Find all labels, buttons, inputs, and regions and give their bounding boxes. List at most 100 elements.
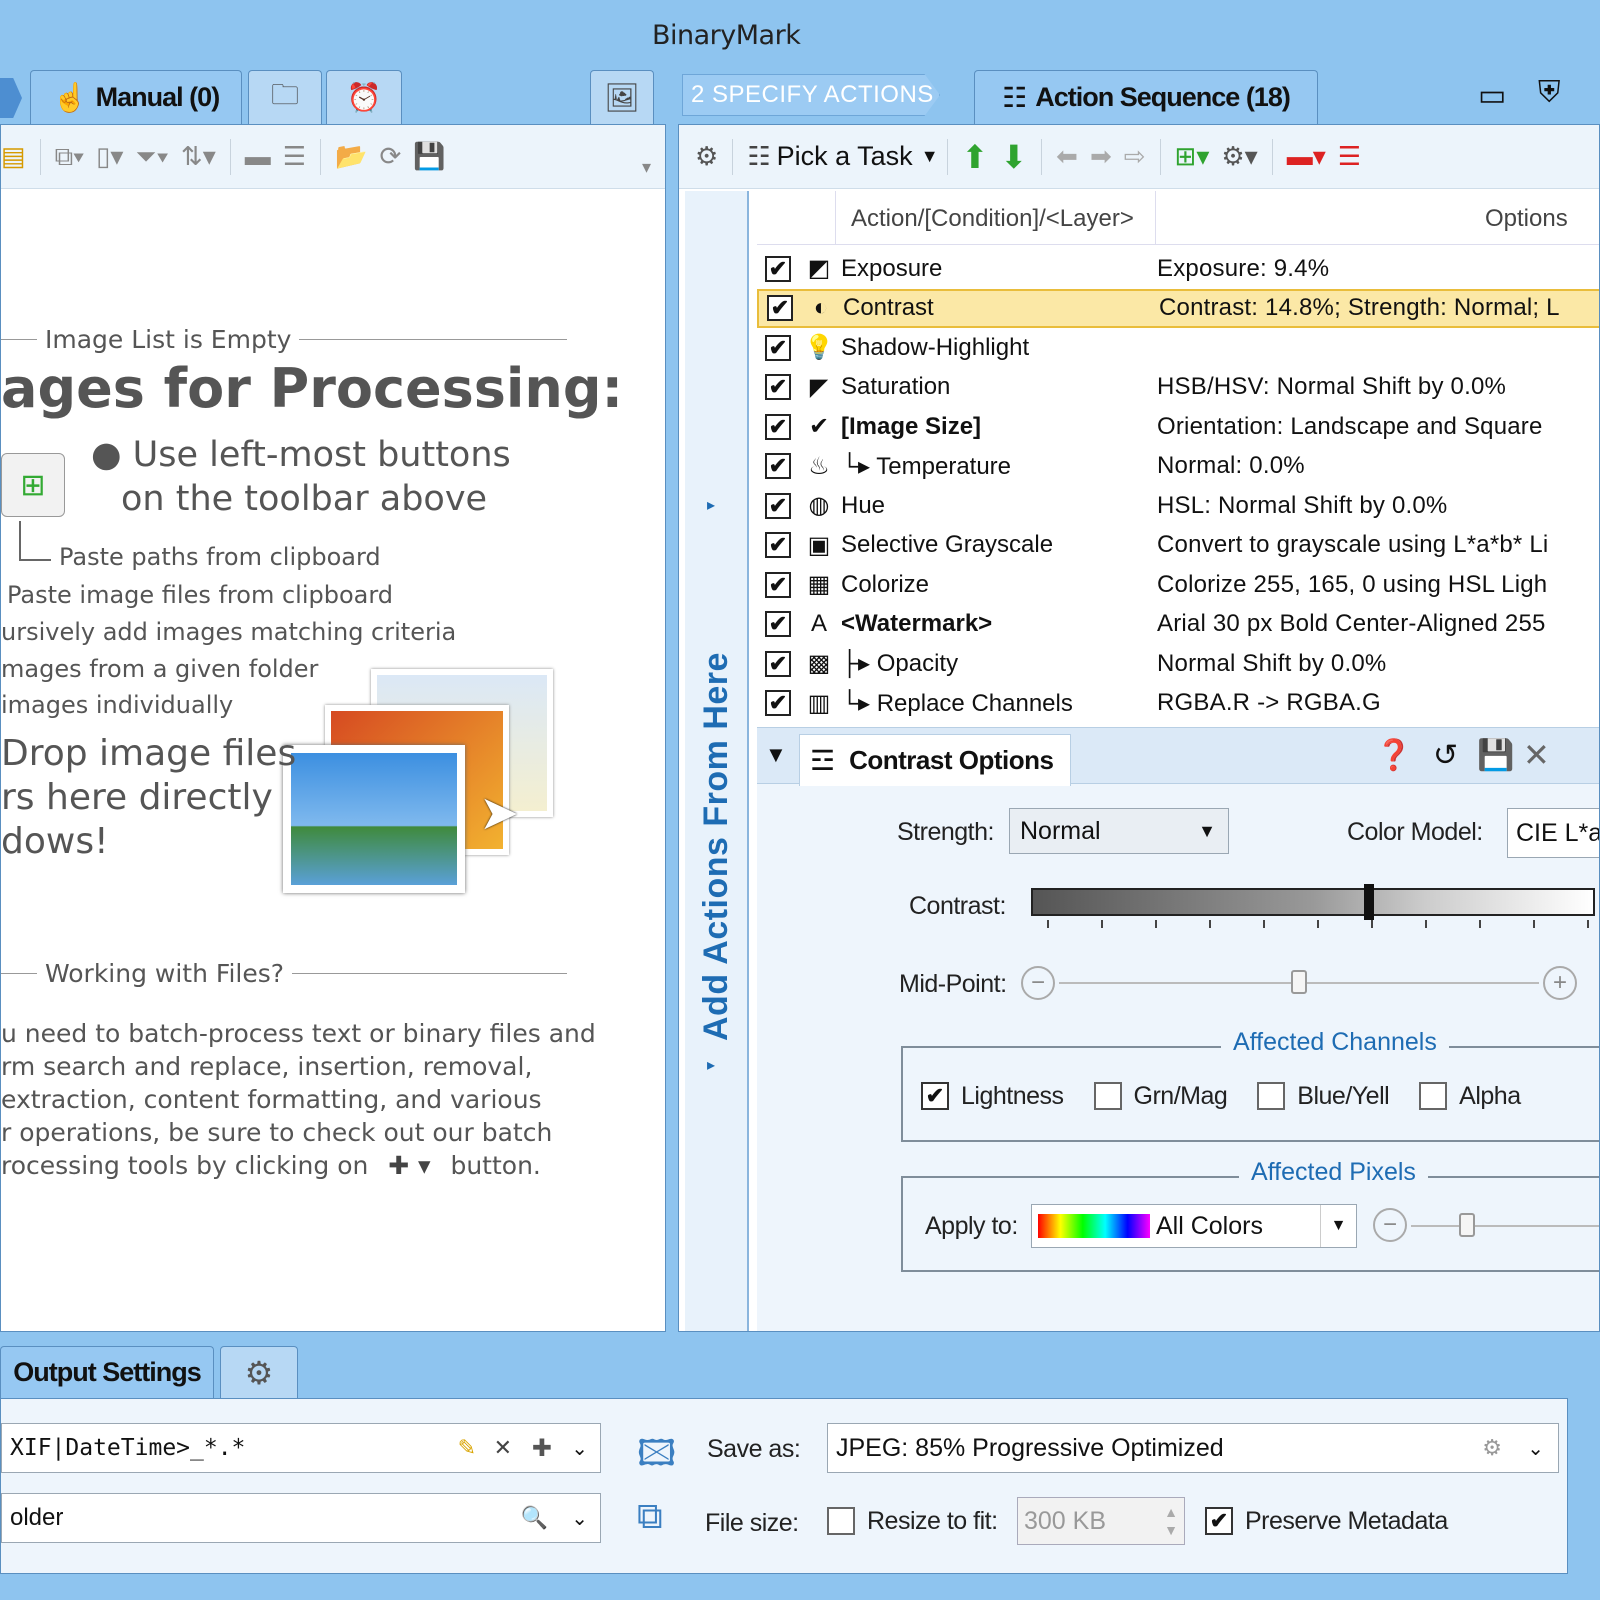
tab-output-settings[interactable]: Output Settings (0, 1346, 214, 1398)
save-as-select[interactable]: JPEG: 85% Progressive Optimized ⚙ ⌄ (827, 1423, 1559, 1473)
shield-icon[interactable]: ⛨ (1538, 76, 1561, 110)
action-checkbox[interactable]: ✔ (765, 334, 791, 361)
insert-icon[interactable]: ✚ (532, 1434, 552, 1463)
edit-icon[interactable]: ✎ (458, 1435, 476, 1461)
tolerance-decrease-icon[interactable]: − (1373, 1208, 1407, 1242)
channel-checkbox[interactable] (1093, 1082, 1122, 1110)
console-icon[interactable]: ▭ (1478, 78, 1506, 113)
add-files-icon[interactable]: ⊞ (1, 453, 65, 517)
resize-value-field[interactable]: 300 KB ▲ ▼ (1017, 1497, 1185, 1545)
clear-icon[interactable]: ✕ (494, 1435, 512, 1461)
color-model-field[interactable]: CIE L*a (1507, 808, 1599, 858)
tab-folder[interactable]: 🗀 (248, 70, 322, 124)
action-checkbox[interactable]: ✔ (765, 255, 791, 282)
action-row[interactable]: ✔ ♨ └▸ Temperature Normal: 0.0% (757, 447, 1599, 486)
pick-task-button[interactable]: Pick a Task (777, 141, 913, 172)
chevron-down-icon[interactable]: ⌄ (1527, 1436, 1544, 1461)
action-checkbox[interactable]: ✔ (765, 492, 791, 519)
midpoint-track[interactable] (1059, 970, 1539, 994)
outdent-icon[interactable]: ⬅ (1056, 141, 1078, 172)
midpoint-thumb[interactable] (1291, 970, 1307, 994)
action-row[interactable]: ✔ ◤ Saturation HSB/HSV: Normal Shift by 0.0… (757, 368, 1599, 407)
tab-schedule[interactable]: ⏰ (326, 70, 402, 124)
remove-all-actions-icon[interactable]: ☰ (1338, 141, 1361, 172)
remove-all-icon[interactable]: ☰ (283, 141, 306, 172)
refresh-icon[interactable]: ⟳ (379, 141, 401, 172)
paste-icon[interactable]: ▯▾ (96, 141, 123, 172)
help-icon[interactable]: ❓ (1375, 738, 1412, 773)
tab-manual[interactable]: ☝ Manual (0) (30, 70, 242, 124)
collapse-icon[interactable]: ▼ (765, 742, 787, 768)
step-specify-actions[interactable]: 2 SPECIFY ACTIONS (682, 74, 940, 116)
channel-checkbox[interactable] (1257, 1082, 1286, 1110)
task-list-icon[interactable]: ☷ (747, 141, 770, 172)
action-row[interactable]: ✔ ◩ Exposure Exposure: 9.4% (757, 249, 1599, 288)
add-action-icon[interactable]: ⊞▾ (1175, 141, 1210, 172)
action-checkbox[interactable]: ✔ (765, 453, 791, 479)
indent-icon[interactable]: ➡ (1090, 141, 1112, 172)
contrast-slider-thumb[interactable] (1364, 884, 1374, 920)
action-checkbox[interactable]: ✔ (765, 650, 791, 677)
action-row[interactable]: ✔ ◐ Contrast Contrast: 14.8%; Strength: Nor… (757, 288, 1599, 328)
preserve-metadata-checkbox[interactable]: ✔ (1205, 1507, 1233, 1535)
channel-checkbox[interactable] (1419, 1082, 1448, 1110)
channel-option[interactable]: Grn/Mag (1093, 1082, 1228, 1111)
add-preset-icon[interactable]: ⚙▾ (1221, 141, 1257, 172)
toolbar-overflow-icon[interactable]: ▾ (642, 157, 651, 178)
chevron-down-icon[interactable]: ⌄ (571, 1506, 588, 1531)
contrast-slider[interactable] (1031, 884, 1595, 920)
channel-checkbox[interactable]: ✔ (921, 1082, 949, 1110)
action-row[interactable]: ✔ ◍ Hue HSL: Normal Shift by 0.0% (757, 486, 1599, 525)
action-checkbox[interactable]: ✔ (765, 690, 791, 716)
action-checkbox[interactable]: ✔ (765, 611, 791, 637)
action-checkbox[interactable]: ✔ (765, 413, 791, 440)
add-actions-sidebar[interactable]: ▸ Add Actions From Here ▸ (685, 191, 749, 1331)
output-folder-field[interactable]: older 🔍 ⌄ (1, 1493, 601, 1543)
action-checkbox[interactable]: ✔ (767, 295, 793, 321)
tolerance-thumb[interactable] (1459, 1213, 1475, 1237)
move-up-icon[interactable]: ⬆ (962, 138, 989, 176)
copy-icon[interactable]: ⧉▾ (55, 141, 84, 173)
action-checkbox[interactable]: ✔ (765, 571, 791, 598)
remove-action-icon[interactable]: ▬▾ (1287, 141, 1326, 172)
action-row[interactable]: ✔ ▥ └▸ Replace Channels RGBA.R -> RGBA.G (757, 684, 1599, 723)
spinner-icon[interactable]: ▲ ▼ (1164, 1503, 1178, 1539)
action-row[interactable]: ✔ ✔ [Image Size] Orientation: Landscape and… (757, 407, 1599, 446)
action-row[interactable]: ✔ ▣ Selective Grayscale Convert to grayscal… (757, 526, 1599, 565)
action-row[interactable]: ✔ A <Watermark> Arial 30 px Bold Center-Ali… (757, 605, 1599, 644)
action-row[interactable]: ✔ ▦ Colorize Colorize 255, 165, 0 using HSL… (757, 565, 1599, 604)
tab-output-gear[interactable]: ⚙ (220, 1346, 298, 1398)
remove-icon[interactable]: ▬ (245, 141, 271, 172)
tolerance-track[interactable] (1411, 1213, 1599, 1237)
strength-select[interactable]: Normal ▼ (1009, 808, 1229, 854)
channel-option[interactable]: Alpha (1419, 1082, 1521, 1111)
options-tab[interactable]: ☲ Contrast Options (799, 734, 1071, 786)
gear-icon[interactable]: ⚙ (1482, 1435, 1502, 1461)
col-action-header[interactable]: Action/[Condition]/<Layer> (851, 205, 1134, 233)
sort-icon[interactable]: ⇅▾ (181, 141, 216, 172)
reset-icon[interactable]: ↺ (1433, 738, 1458, 773)
apply-to-select[interactable]: All Colors ▼ (1031, 1204, 1357, 1248)
chevron-down-icon[interactable]: ⌄ (571, 1436, 588, 1461)
action-row[interactable]: ✔ 💡 Shadow-Highlight (757, 328, 1599, 367)
channel-option[interactable]: ✔ Lightness (921, 1082, 1064, 1111)
midpoint-increase-icon[interactable]: + (1543, 966, 1577, 1000)
search-icon[interactable]: 🔍 (521, 1505, 548, 1531)
tab-preview[interactable]: 🖼 (590, 70, 654, 124)
filename-pattern-field[interactable]: XIF|DateTime>_*.* ✎ ✕ ✚ ⌄ (1, 1423, 601, 1473)
channel-option[interactable]: Blue/Yell (1257, 1082, 1390, 1111)
list-view-icon[interactable]: ▤ (1, 141, 26, 172)
save-icon[interactable]: 💾 (413, 141, 445, 172)
move-down-icon[interactable]: ⬇ (1000, 138, 1027, 176)
midpoint-decrease-icon[interactable]: − (1021, 966, 1055, 1000)
action-row[interactable]: ✔ ▩ ├▸ Opacity Normal Shift by 0.0% (757, 644, 1599, 683)
col-options-header[interactable]: Options (1485, 205, 1568, 233)
tab-action-sequence[interactable]: ☷ Action Sequence (18) (974, 70, 1318, 124)
action-checkbox[interactable]: ✔ (765, 374, 791, 400)
action-checkbox[interactable]: ✔ (765, 532, 791, 558)
gear-add-icon[interactable]: ⚙ (695, 141, 718, 172)
filter-icon[interactable]: ⏷▾ (135, 141, 169, 173)
indent-more-icon[interactable]: ⇨ (1124, 141, 1146, 172)
open-folder-icon[interactable]: 📂 (335, 141, 367, 172)
resize-checkbox[interactable] (827, 1507, 855, 1535)
